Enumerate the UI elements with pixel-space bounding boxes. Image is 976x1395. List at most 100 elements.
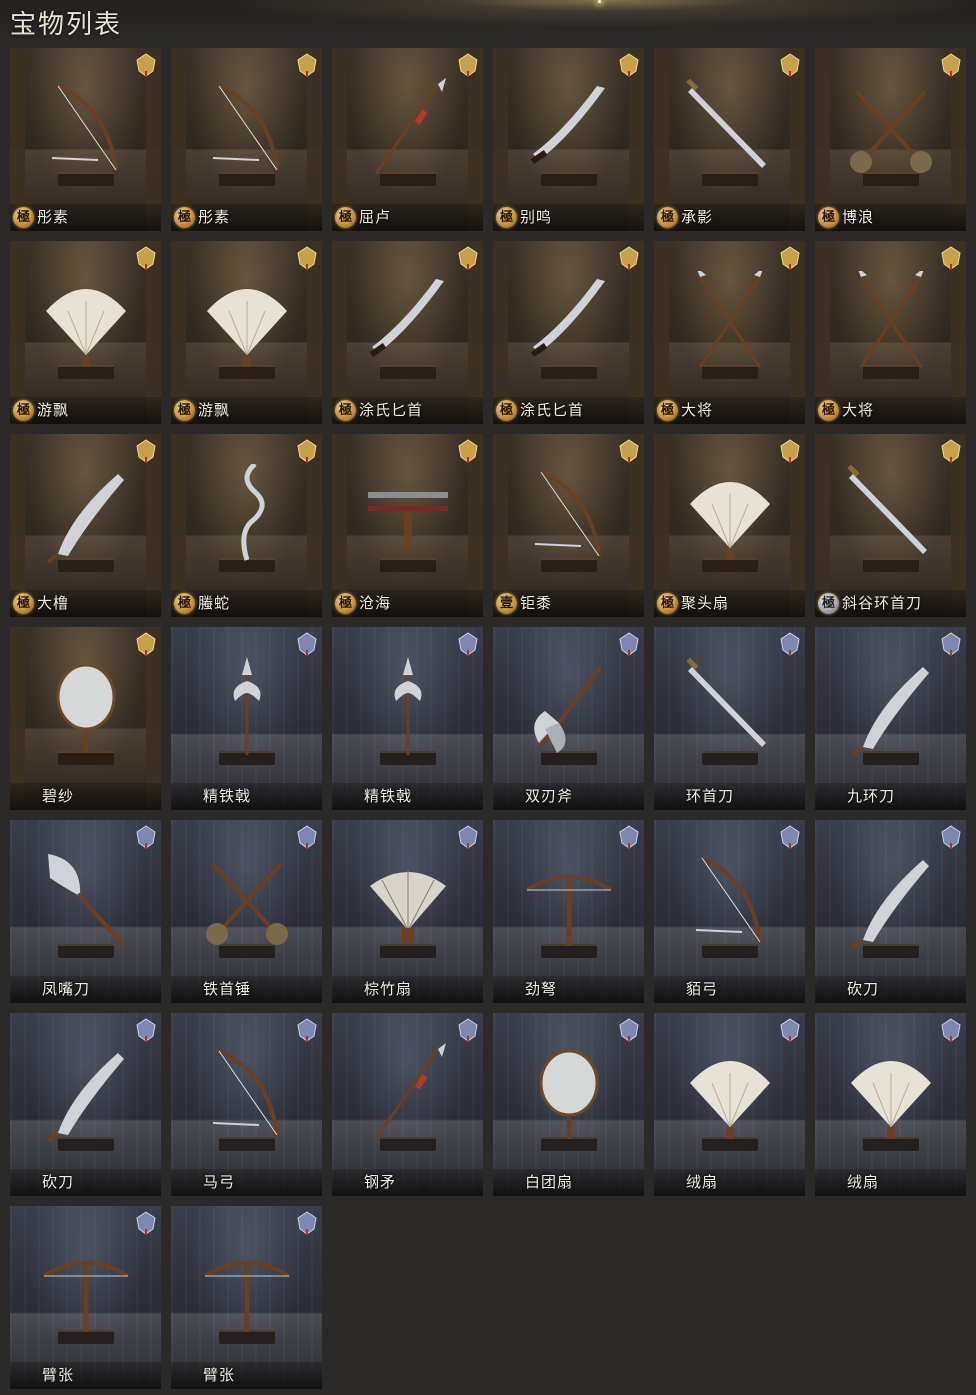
treasure-card[interactable]: 马弓 bbox=[171, 1013, 322, 1196]
treasure-card[interactable]: 精铁戟 bbox=[332, 627, 483, 810]
treasure-card[interactable]: 壹钜黍 bbox=[493, 434, 644, 617]
hammer-icon bbox=[850, 90, 932, 173]
treasure-card[interactable]: 極承影 bbox=[654, 48, 805, 231]
grade-badge-icon bbox=[136, 825, 156, 849]
feather-fan-icon bbox=[46, 289, 126, 367]
treasure-card[interactable]: 貊弓 bbox=[654, 820, 805, 1003]
bow-icon bbox=[212, 1049, 279, 1136]
card-caption bbox=[654, 976, 805, 1003]
rank-badge: 極 bbox=[13, 593, 34, 614]
treasure-card[interactable]: 九环刀 bbox=[815, 627, 966, 810]
treasure-card[interactable]: 环首刀 bbox=[654, 627, 805, 810]
treasure-card[interactable]: 碧纱 bbox=[10, 627, 161, 810]
treasure-card[interactable]: 砍刀 bbox=[10, 1013, 161, 1196]
grade-badge-icon bbox=[941, 246, 961, 270]
treasure-card[interactable]: 極斜谷环首刀 bbox=[815, 434, 966, 617]
treasure-name: 绒扇 bbox=[847, 1173, 880, 1191]
bow-icon bbox=[534, 470, 601, 557]
blade-icon bbox=[851, 667, 929, 757]
sword-rack-icon bbox=[368, 492, 448, 552]
treasure-name: 双刃斧 bbox=[525, 787, 574, 805]
treasure-card[interactable]: 白团扇 bbox=[493, 1013, 644, 1196]
treasure-name: 别鸣 bbox=[520, 208, 553, 226]
treasure-card[interactable]: 極游飘 bbox=[171, 241, 322, 424]
grade-badge-icon bbox=[458, 632, 478, 656]
rank-badge: 極 bbox=[818, 593, 839, 614]
treasure-card[interactable]: 極聚头扇 bbox=[654, 434, 805, 617]
treasure-card[interactable]: 極大橹 bbox=[10, 434, 161, 617]
treasure-card[interactable]: 棕竹扇 bbox=[332, 820, 483, 1003]
treasure-name: 大将 bbox=[681, 401, 714, 419]
rank-badge: 極 bbox=[496, 207, 517, 228]
rank-badge: 極 bbox=[657, 400, 678, 421]
treasure-name: 绒扇 bbox=[686, 1173, 719, 1191]
grade-badge-icon bbox=[619, 825, 639, 849]
treasure-card[interactable]: 绒扇 bbox=[815, 1013, 966, 1196]
treasure-name: 碧纱 bbox=[42, 787, 75, 805]
light-spark bbox=[598, 0, 601, 3]
sword-icon bbox=[686, 657, 766, 747]
treasure-name: 棕竹扇 bbox=[364, 980, 413, 998]
page-header: 宝物列表 bbox=[0, 0, 976, 44]
rank-badge: 極 bbox=[496, 400, 517, 421]
card-caption bbox=[171, 1362, 322, 1389]
treasure-card[interactable]: 凤嘴刀 bbox=[10, 820, 161, 1003]
treasure-card[interactable]: 钢矛 bbox=[332, 1013, 483, 1196]
grade-badge-icon bbox=[297, 1211, 317, 1235]
card-caption bbox=[654, 1169, 805, 1196]
treasure-card[interactable]: 劲弩 bbox=[493, 820, 644, 1003]
treasure-name: 砍刀 bbox=[42, 1173, 75, 1191]
rank-badge: 壹 bbox=[496, 593, 517, 614]
treasure-card[interactable]: 極彤素 bbox=[10, 48, 161, 231]
treasure-card[interactable]: 極博浪 bbox=[815, 48, 966, 231]
treasure-name: 钢矛 bbox=[364, 1173, 397, 1191]
page-title: 宝物列表 bbox=[10, 10, 123, 40]
treasure-card[interactable]: 極螣蛇 bbox=[171, 434, 322, 617]
treasure-card[interactable]: 極涂氏匕首 bbox=[493, 241, 644, 424]
treasure-name: 钜黍 bbox=[520, 594, 553, 612]
treasure-card[interactable]: 铁首锤 bbox=[171, 820, 322, 1003]
card-caption bbox=[10, 783, 161, 810]
blade-icon bbox=[851, 860, 929, 950]
rank-badge: 極 bbox=[657, 207, 678, 228]
rank-badge: 極 bbox=[174, 207, 195, 228]
treasure-card[interactable]: 臂张 bbox=[171, 1206, 322, 1389]
grade-badge-icon bbox=[136, 1018, 156, 1042]
treasure-card[interactable]: 極别鸣 bbox=[493, 48, 644, 231]
grade-badge-icon bbox=[780, 439, 800, 463]
crossbow-icon bbox=[42, 1261, 130, 1332]
grade-badge-icon bbox=[297, 246, 317, 270]
treasure-card[interactable]: 極沧海 bbox=[332, 434, 483, 617]
hammer-icon bbox=[206, 862, 288, 945]
spear-icon bbox=[374, 1043, 446, 1140]
grade-badge-icon bbox=[780, 1018, 800, 1042]
grade-badge-icon bbox=[297, 825, 317, 849]
sword-icon bbox=[686, 78, 766, 168]
treasure-card[interactable]: 精铁戟 bbox=[171, 627, 322, 810]
rank-badge: 極 bbox=[174, 593, 195, 614]
treasure-card[interactable]: 極彤素 bbox=[171, 48, 322, 231]
treasure-card[interactable]: 極大将 bbox=[815, 241, 966, 424]
treasure-card[interactable]: 臂张 bbox=[10, 1206, 161, 1389]
grade-badge-icon bbox=[136, 246, 156, 270]
bow-icon bbox=[212, 84, 279, 171]
treasure-name: 铁首锤 bbox=[203, 980, 252, 998]
treasure-card[interactable]: 極涂氏匕首 bbox=[332, 241, 483, 424]
treasure-name: 臂张 bbox=[203, 1366, 236, 1384]
bow-icon bbox=[695, 856, 762, 943]
treasure-card[interactable]: 双刃斧 bbox=[493, 627, 644, 810]
treasure-card[interactable]: 绒扇 bbox=[654, 1013, 805, 1196]
halberd-icon bbox=[394, 657, 422, 755]
rank-badge: 極 bbox=[13, 400, 34, 421]
grade-badge-icon bbox=[619, 246, 639, 270]
dagger-icon bbox=[530, 279, 605, 358]
grade-badge-icon bbox=[458, 825, 478, 849]
treasure-name: 沧海 bbox=[359, 594, 392, 612]
treasure-card[interactable]: 極游飘 bbox=[10, 241, 161, 424]
crossbow-icon bbox=[203, 1261, 291, 1332]
treasure-card[interactable]: 極屈卢 bbox=[332, 48, 483, 231]
rank-badge: 極 bbox=[335, 207, 356, 228]
treasure-card[interactable]: 砍刀 bbox=[815, 820, 966, 1003]
treasure-name: 彤素 bbox=[198, 208, 231, 226]
treasure-card[interactable]: 極大将 bbox=[654, 241, 805, 424]
